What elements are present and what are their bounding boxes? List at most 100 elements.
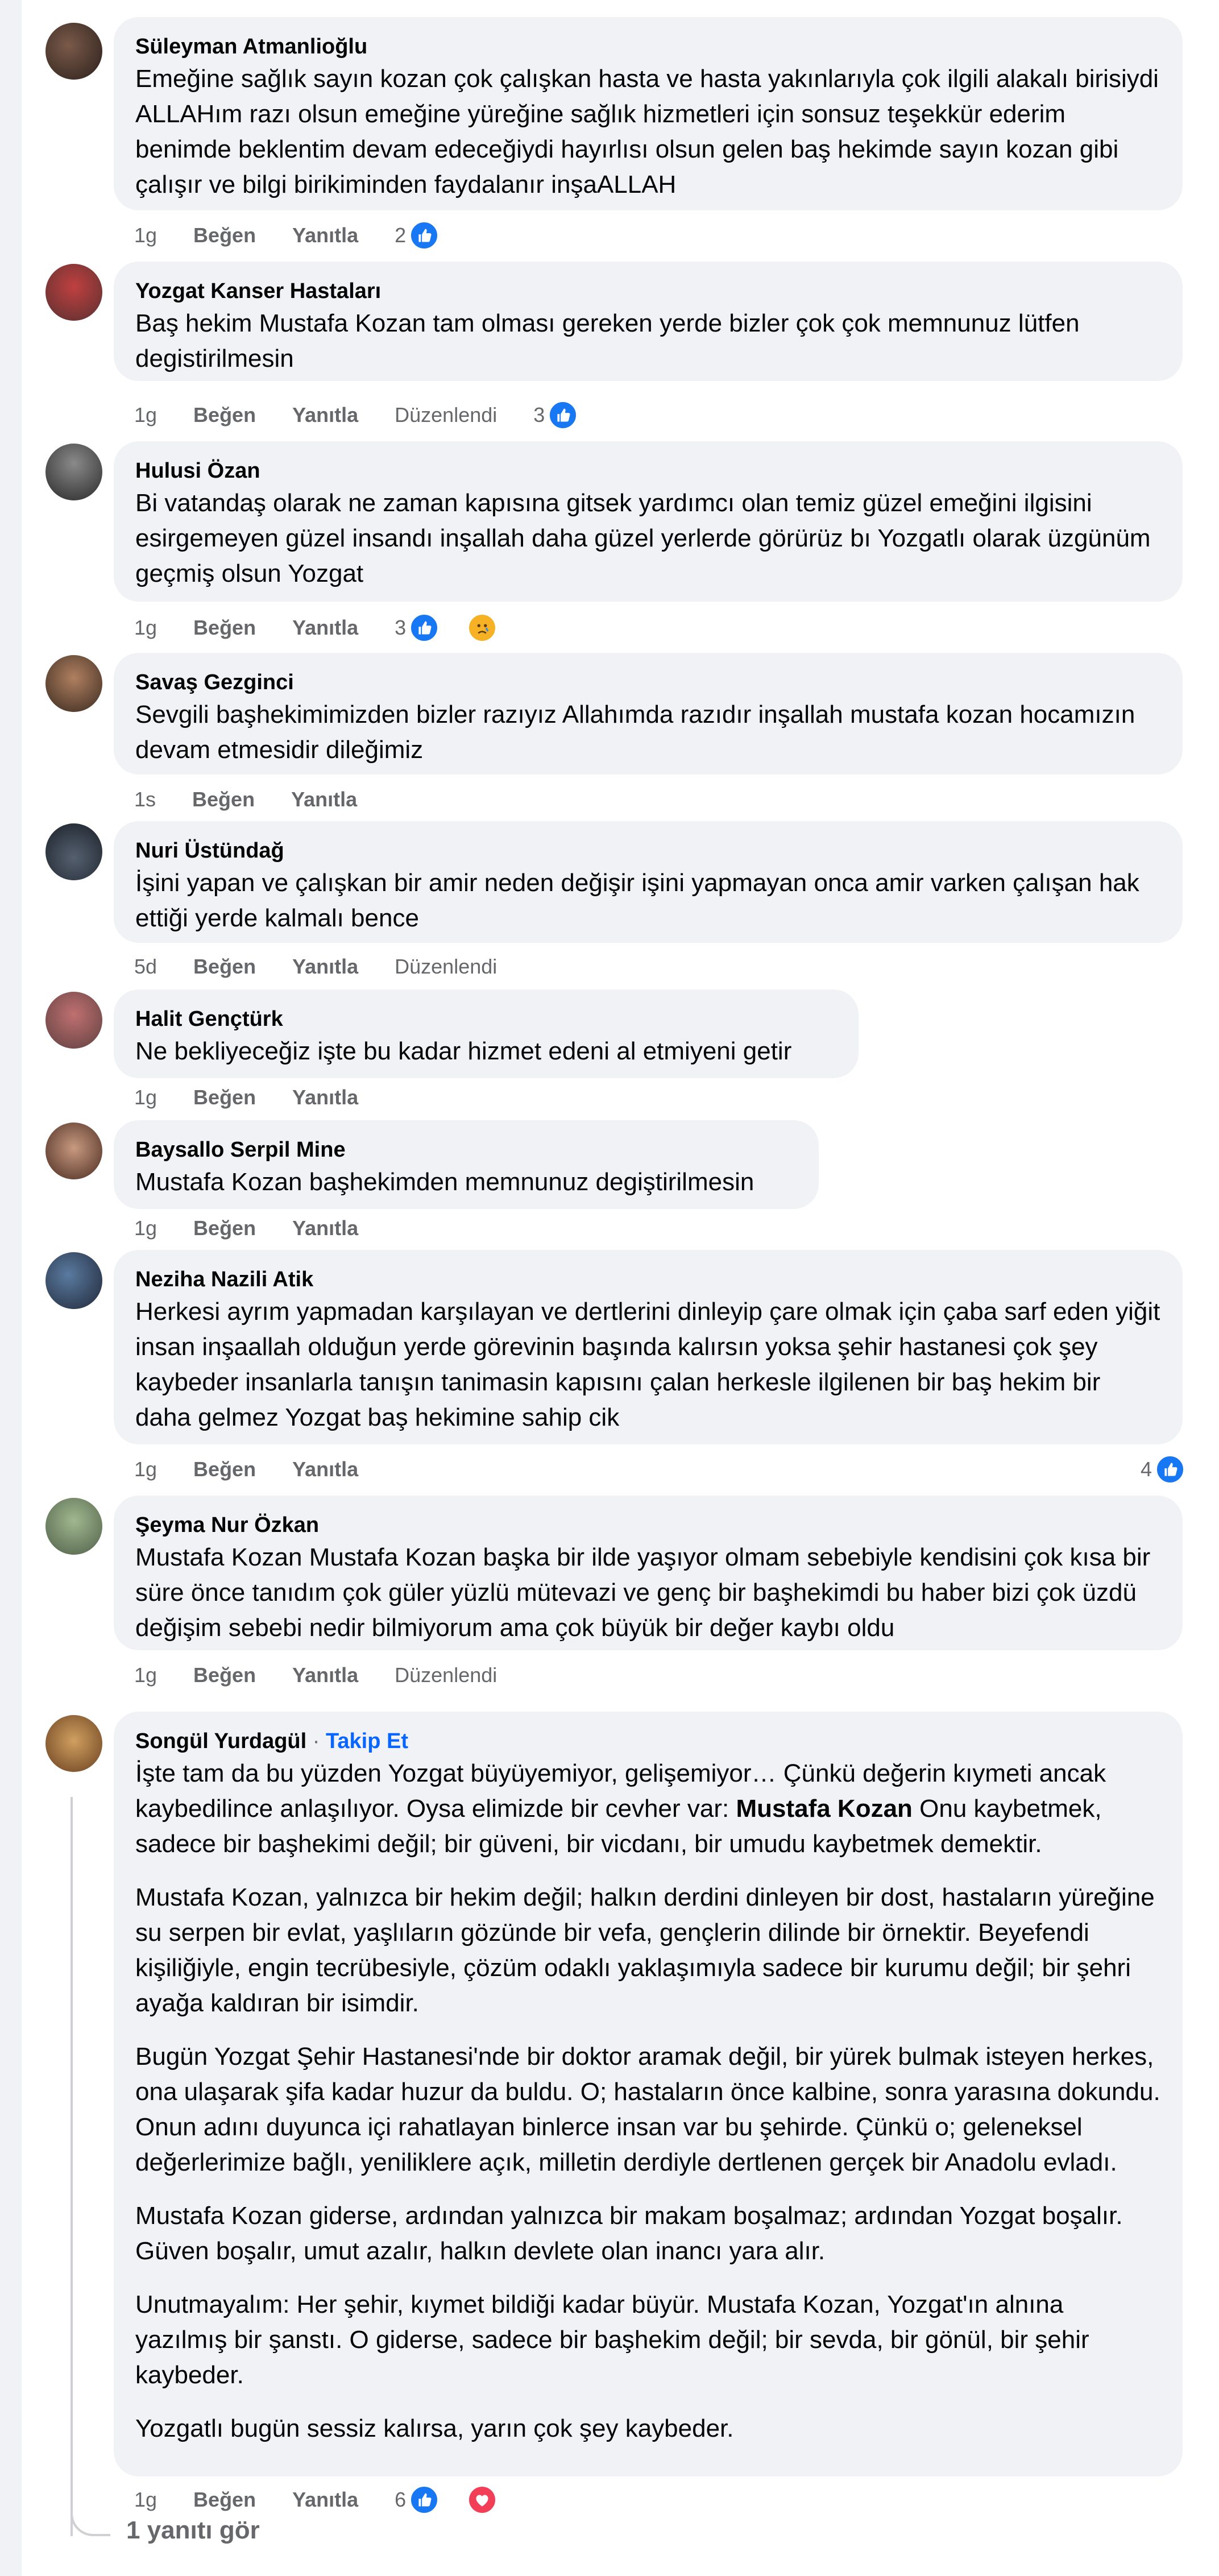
- like-reaction-icon: [1155, 1455, 1185, 1484]
- left-page-edge: [0, 0, 22, 2576]
- reply-button[interactable]: Yanıtla: [292, 1216, 358, 1240]
- reply-button[interactable]: Yanıtla: [292, 2488, 358, 2512]
- comment-actions: 1g Beğen Yanıtla 2: [134, 220, 475, 251]
- comment-actions: 1g Beğen Yanıtla Düzenlendi 3: [134, 399, 614, 431]
- reply-button[interactable]: Yanıtla: [292, 1457, 358, 1481]
- reply-button[interactable]: Yanıtla: [292, 1663, 358, 1687]
- reaction-count: 2: [395, 223, 407, 247]
- comment-author[interactable]: Hulusi Özan: [135, 456, 1161, 486]
- comment-bubble: Baysallo Serpil Mine Mustafa Kozan başhe…: [114, 1120, 819, 1209]
- like-reaction-icon: [548, 400, 578, 430]
- view-replies-link[interactable]: 1 yanıtı gör: [126, 2516, 260, 2545]
- comment-author[interactable]: Savaş Gezginci: [135, 668, 1161, 697]
- comment-time[interactable]: 1g: [134, 616, 157, 640]
- comment-time[interactable]: 1g: [134, 2488, 157, 2512]
- comment-text: Bi vatandaş olarak ne zaman kapısına git…: [135, 489, 1151, 587]
- comment-author[interactable]: Şeyma Nur Özkan: [135, 1510, 1161, 1540]
- comment-text: Mustafa Kozan başhekimden memnunuz degiş…: [135, 1168, 754, 1196]
- like-button[interactable]: Beğen: [193, 403, 256, 427]
- avatar[interactable]: [45, 1715, 102, 1772]
- edited-label[interactable]: Düzenlendi: [395, 403, 497, 427]
- comment-author[interactable]: Songül Yurdagül: [135, 1729, 306, 1753]
- comment-time[interactable]: 5d: [134, 955, 157, 979]
- like-reaction-icon: [409, 613, 439, 643]
- comment-actions: 1g Beğen Yanıtla: [134, 1082, 395, 1113]
- reaction-count: 6: [395, 2488, 407, 2511]
- follow-button[interactable]: Takip Et: [326, 1729, 408, 1753]
- comment-time[interactable]: 1s: [134, 788, 156, 811]
- edited-label[interactable]: Düzenlendi: [395, 955, 497, 979]
- like-button[interactable]: Beğen: [193, 1457, 256, 1481]
- comment-paragraph: Mustafa Kozan giderse, ardından yalnızca…: [135, 2202, 1123, 2265]
- comment-author[interactable]: Nuri Üstündağ: [135, 836, 1161, 865]
- like-button[interactable]: Beğen: [193, 2488, 256, 2512]
- comment-author[interactable]: Neziha Nazili Atik: [135, 1265, 1161, 1294]
- comment-bubble: Halit Gençtürk Ne bekliyeceğiz işte bu k…: [114, 989, 859, 1078]
- reaction-summary[interactable]: 6: [395, 2485, 533, 2515]
- reply-thread-line: [71, 1797, 73, 2536]
- edited-label[interactable]: Düzenlendi: [395, 1663, 497, 1687]
- comment-author[interactable]: Yozgat Kanser Hastaları: [135, 276, 1161, 306]
- comment-time[interactable]: 1g: [134, 1216, 157, 1240]
- comment-text: Herkesi ayrım yapmadan karşılayan ve der…: [135, 1298, 1160, 1431]
- comment-actions: 1g Beğen Yanıtla 3: [134, 612, 533, 644]
- comment-text: İşte tam da bu yüzden Yozgat büyüyemiyor…: [135, 1756, 1161, 2446]
- comment-paragraph: İşte tam da bu yüzden Yozgat büyüyemiyor…: [135, 1756, 1161, 1862]
- reaction-count: 4: [1140, 1457, 1152, 1481]
- avatar[interactable]: [45, 1498, 102, 1555]
- comment-text: Ne bekliyeceğiz işte bu kadar hizmet ede…: [135, 1037, 792, 1065]
- comment-paragraph: Bugün Yozgat Şehir Hastanesi'nde bir dok…: [135, 2043, 1160, 2176]
- comment-actions: 1g Beğen Yanıtla Düzenlendi: [134, 1659, 533, 1691]
- comment-actions: 1g Beğen Yanıtla: [134, 1212, 395, 1244]
- comment-bubble: Songül Yurdagül · Takip Et İşte tam da b…: [114, 1712, 1183, 2476]
- comment-paragraph: Mustafa Kozan, yalnızca bir hekim değil;…: [135, 1883, 1155, 2017]
- like-reaction-icon: [409, 2485, 439, 2515]
- avatar[interactable]: [45, 1252, 102, 1309]
- reaction-summary[interactable]: 4: [1141, 1453, 1185, 1485]
- avatar[interactable]: [45, 655, 102, 712]
- sad-reaction-icon: [467, 613, 497, 643]
- avatar[interactable]: [45, 264, 102, 321]
- bold-name: Mustafa Kozan: [736, 1795, 913, 1823]
- like-button[interactable]: Beğen: [193, 616, 256, 640]
- reaction-count: 3: [533, 403, 545, 426]
- comment-author[interactable]: Halit Gençtürk: [135, 1004, 837, 1034]
- comment-author[interactable]: Baysallo Serpil Mine: [135, 1135, 797, 1165]
- avatar[interactable]: [45, 1123, 102, 1179]
- comment-author[interactable]: Süleyman Atmanlioğlu: [135, 32, 1161, 61]
- like-button[interactable]: Beğen: [193, 1086, 256, 1109]
- comment-time[interactable]: 1g: [134, 1663, 157, 1687]
- reaction-summary[interactable]: 3: [533, 400, 614, 430]
- comment-actions: 1g Beğen Yanıtla: [134, 1453, 395, 1485]
- reply-button[interactable]: Yanıtla: [292, 403, 358, 427]
- like-button[interactable]: Beğen: [193, 1216, 256, 1240]
- comment-bubble: Hulusi Özan Bi vatandaş olarak ne zaman …: [114, 441, 1183, 602]
- reaction-summary[interactable]: 3: [395, 613, 533, 643]
- comment-time[interactable]: 1g: [134, 1457, 157, 1481]
- avatar[interactable]: [45, 823, 102, 880]
- reply-button[interactable]: Yanıtla: [291, 788, 357, 811]
- comment-header: Songül Yurdagül · Takip Et: [135, 1726, 1161, 1756]
- avatar[interactable]: [45, 444, 102, 500]
- reply-button[interactable]: Yanıtla: [292, 955, 358, 979]
- avatar[interactable]: [45, 23, 102, 80]
- like-button[interactable]: Beğen: [193, 1663, 256, 1687]
- reaction-summary[interactable]: 2: [395, 221, 475, 250]
- comment-time[interactable]: 1g: [134, 223, 157, 247]
- comment-actions: 1g Beğen Yanıtla 6: [134, 2484, 533, 2516]
- comment-actions: 1s Beğen Yanıtla: [134, 784, 393, 815]
- reply-button[interactable]: Yanıtla: [292, 616, 358, 640]
- reply-button[interactable]: Yanıtla: [292, 223, 358, 247]
- comment-time[interactable]: 1g: [134, 403, 157, 427]
- like-button[interactable]: Beğen: [192, 788, 255, 811]
- comment-paragraph: Yozgatlı bugün sessiz kalırsa, yarın çok…: [135, 2415, 734, 2442]
- reaction-count: 3: [395, 616, 407, 639]
- reply-thread-curve: [71, 2502, 110, 2536]
- like-button[interactable]: Beğen: [193, 955, 256, 979]
- reply-button[interactable]: Yanıtla: [292, 1086, 358, 1109]
- comment-text: Sevgili başhekimimizden bizler razıyız A…: [135, 701, 1135, 764]
- comment-time[interactable]: 1g: [134, 1086, 157, 1109]
- avatar[interactable]: [45, 992, 102, 1049]
- like-button[interactable]: Beğen: [193, 223, 256, 247]
- comment-bubble: Yozgat Kanser Hastaları Baş hekim Mustaf…: [114, 262, 1183, 381]
